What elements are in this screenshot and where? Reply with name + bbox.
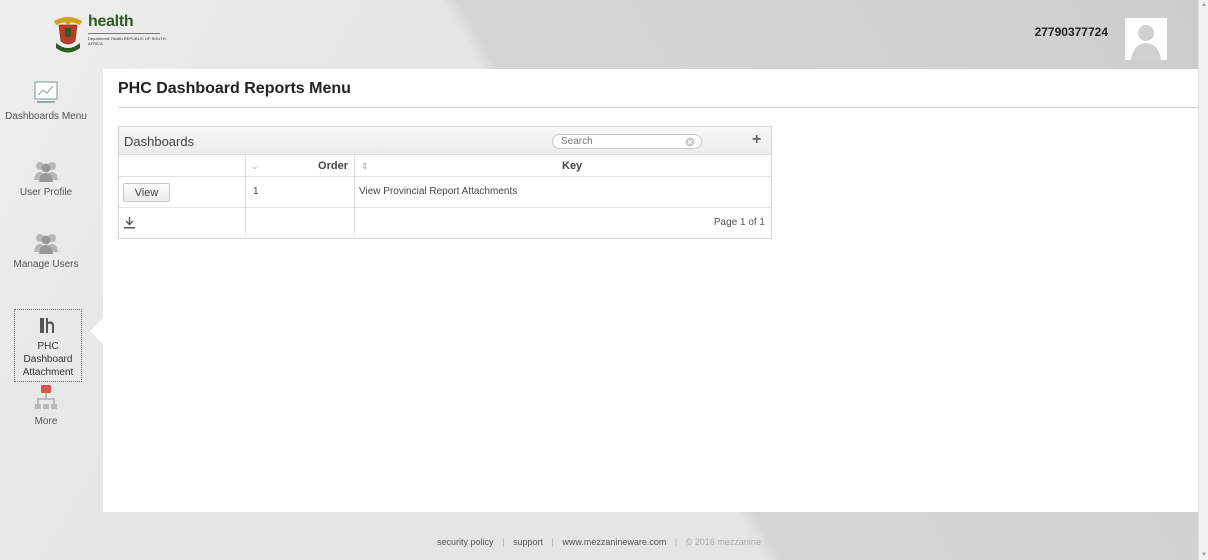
grid-title: Dashboards	[124, 134, 195, 149]
logo-subtitle: Department: Health REPUBLIC OF SOUTH AFR…	[88, 36, 166, 46]
health-department-logo: health Department: Health REPUBLIC OF SO…	[50, 13, 170, 59]
scroll-down-arrow-icon[interactable]: ▼	[1201, 552, 1207, 558]
dashboards-grid: Dashboards + Order ⌄ Key ⇕ View 1 Vi	[118, 126, 772, 239]
sidebar-item-user-profile[interactable]: User Profile	[0, 160, 92, 199]
sidebar-item-label: PHC Dashboard Attachment	[22, 341, 74, 378]
scroll-up-arrow-icon[interactable]: ▲	[1201, 2, 1207, 8]
coat-of-arms-icon	[54, 17, 82, 53]
column-header-action	[119, 155, 245, 177]
column-header-order[interactable]: Order	[246, 155, 354, 177]
chart-icon	[34, 81, 58, 103]
download-icon[interactable]	[124, 217, 135, 229]
search-input[interactable]	[561, 135, 679, 148]
sort-icon[interactable]: ⇕	[361, 161, 369, 172]
user-id: 27790377724	[1034, 25, 1108, 39]
key-cell: View Provincial Report Attachments	[359, 186, 518, 197]
table-row: View 1 View Provincial Report Attachment…	[119, 177, 771, 208]
column-header-key[interactable]: Key	[355, 155, 771, 177]
support-link[interactable]: support	[513, 537, 543, 547]
page-footer: security policy | support | www.mezzanin…	[0, 537, 1198, 547]
user-silhouette-icon	[1125, 18, 1167, 60]
footer-separator: |	[502, 537, 505, 547]
pagination-label: Page 1 of 1	[713, 217, 765, 228]
users-icon	[34, 162, 58, 182]
title-divider	[118, 107, 1198, 108]
sidebar-item-dashboards-menu[interactable]: Dashboards Menu	[0, 80, 92, 123]
header: health Department: Health REPUBLIC OF SO…	[0, 0, 1198, 66]
logo-title: health	[88, 13, 134, 30]
users-icon	[34, 234, 58, 254]
sort-desc-icon[interactable]: ⌄	[251, 161, 259, 172]
report-icon	[40, 318, 54, 333]
main-panel: PHC Dashboard Reports Menu Dashboards + …	[103, 69, 1198, 512]
security-policy-link[interactable]: security policy	[437, 537, 494, 547]
sitemap-icon	[35, 385, 57, 409]
order-cell: 1	[253, 186, 259, 197]
search-box	[552, 134, 702, 149]
sidebar-item-label: Manage Users	[13, 259, 79, 270]
sidebar-item-manage-users[interactable]: Manage Users	[0, 232, 92, 271]
footer-separator: |	[551, 537, 554, 547]
logo-divider	[88, 33, 160, 34]
grid-header: Dashboards +	[119, 127, 771, 155]
copyright: © 2016 mezzanine	[685, 537, 761, 547]
clear-search-icon[interactable]	[685, 137, 695, 147]
view-button[interactable]: View	[123, 183, 170, 202]
footer-separator: |	[674, 537, 678, 547]
add-button[interactable]: +	[752, 131, 761, 149]
avatar[interactable]	[1124, 17, 1168, 61]
grid-footer: Page 1 of 1	[119, 208, 771, 238]
sidebar-item-label: User Profile	[19, 187, 73, 198]
sidebar-item-more[interactable]: More	[0, 385, 92, 428]
sidebar-item-phc-dashboard-attachment[interactable]: PHC Dashboard Attachment	[14, 309, 103, 382]
sidebar-item-label: More	[34, 416, 58, 427]
vertical-scrollbar[interactable]: ▲ ▼	[1198, 0, 1208, 560]
mezzanineware-link[interactable]: www.mezzanineware.com	[562, 537, 666, 547]
sidebar-item-label: Dashboards Menu	[5, 111, 87, 122]
page-title: PHC Dashboard Reports Menu	[118, 80, 351, 97]
